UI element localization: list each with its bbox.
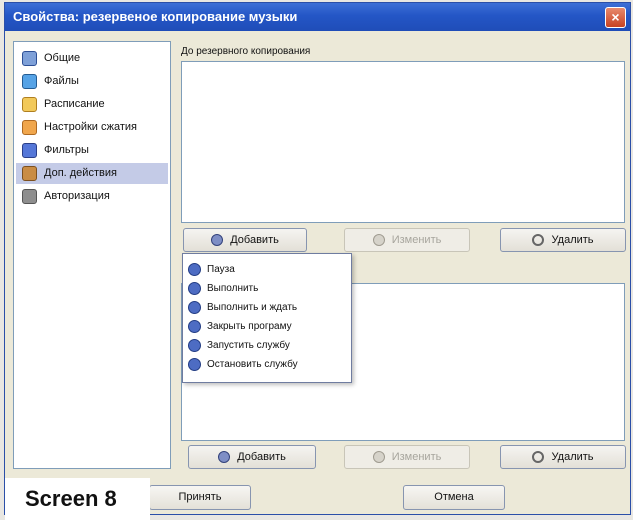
close-icon[interactable]: × <box>605 7 626 28</box>
add-icon <box>211 234 224 247</box>
screen-label: Screen 8 <box>5 478 150 520</box>
actions-icon <box>22 166 37 181</box>
run-icon <box>188 282 201 295</box>
edit-icon <box>372 451 385 464</box>
cancel-button[interactable]: Отмена <box>403 485 505 510</box>
delete-button-top[interactable]: Удалить <box>500 228 626 252</box>
sidebar-item-compression[interactable]: Настройки сжатия <box>16 117 168 138</box>
authorization-icon <box>22 189 37 204</box>
menu-item-start-service[interactable]: Запустить службу <box>187 336 347 355</box>
sidebar-item-authorization[interactable]: Авторизация <box>16 186 168 207</box>
schedule-icon <box>22 97 37 112</box>
menu-item-close-program[interactable]: Закрыть програму <box>187 317 347 336</box>
general-icon <box>22 51 37 66</box>
sidebar-item-actions[interactable]: Доп. действия <box>16 163 168 184</box>
properties-window: Свойства: резервеное копирование музыки … <box>4 2 631 520</box>
add-action-menu: Пауза Выполнить Выполнить и ждать Закрыт… <box>182 253 352 383</box>
start-service-icon <box>188 339 201 352</box>
add-button-bottom[interactable]: Добавить <box>188 445 316 469</box>
section-label-before-backup: До резервного копирования <box>181 46 311 57</box>
sidebar-item-files[interactable]: Файлы <box>16 71 168 92</box>
pause-icon <box>188 263 201 276</box>
window-title: Свойства: резервеное копирование музыки <box>13 9 298 24</box>
sidebar-item-filters[interactable]: Фильтры <box>16 140 168 161</box>
sidebar-item-general[interactable]: Общие <box>16 48 168 69</box>
delete-icon <box>532 234 545 247</box>
stop-service-icon <box>188 358 201 371</box>
menu-item-run-wait[interactable]: Выполнить и ждать <box>187 298 347 317</box>
add-icon <box>218 451 231 464</box>
before-backup-list[interactable] <box>181 61 625 223</box>
delete-icon <box>532 451 545 464</box>
sidebar-item-schedule[interactable]: Расписание <box>16 94 168 115</box>
edit-button-top[interactable]: Изменить <box>344 228 470 252</box>
files-icon <box>22 74 37 89</box>
delete-button-bottom[interactable]: Удалить <box>500 445 626 469</box>
add-button-top[interactable]: Добавить <box>183 228 307 252</box>
sidebar: Общие Файлы Расписание Настройки сжатия … <box>13 41 171 469</box>
menu-item-pause[interactable]: Пауза <box>187 260 347 279</box>
title-bar: Свойства: резервеное копирование музыки … <box>5 3 630 31</box>
run-wait-icon <box>188 301 201 314</box>
edit-button-bottom[interactable]: Изменить <box>344 445 470 469</box>
menu-item-stop-service[interactable]: Остановить службу <box>187 355 347 374</box>
apply-button[interactable]: Принять <box>149 485 251 510</box>
close-program-icon <box>188 320 201 333</box>
menu-item-run[interactable]: Выполнить <box>187 279 347 298</box>
compression-icon <box>22 120 37 135</box>
filters-icon <box>22 143 37 158</box>
edit-icon <box>372 234 385 247</box>
